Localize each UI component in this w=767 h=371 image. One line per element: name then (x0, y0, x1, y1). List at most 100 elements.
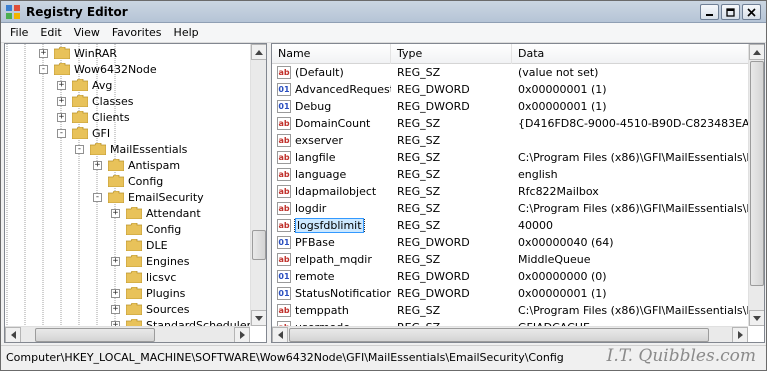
registry-value-row[interactable]: ab (Default) REG_SZ (value not set) (272, 64, 748, 81)
tree-node[interactable]: licsvc (111, 269, 176, 285)
tree-node[interactable]: + Engines (111, 253, 189, 269)
registry-value-row[interactable]: ab langfile REG_SZ C:\Program Files (x86)\G… (272, 149, 748, 166)
tree-node[interactable]: - Wow6432Node (39, 61, 157, 77)
menu-file[interactable]: File (4, 24, 34, 42)
title-bar[interactable]: Registry Editor (1, 1, 766, 23)
folder-icon (72, 111, 88, 123)
menu-edit[interactable]: Edit (34, 24, 67, 42)
registry-value-row[interactable]: 01 StatusNotifications REG_DWORD 0x00000001… (272, 285, 748, 302)
registry-value-row[interactable]: ab DomainCount REG_SZ {D416FD8C-9000-4510-B… (272, 115, 748, 132)
collapse-toggle[interactable]: - (39, 64, 48, 74)
registry-value-row[interactable]: 01 remote REG_DWORD 0x00000000 (0) (272, 268, 748, 285)
tree-node[interactable]: + WinRAR (39, 45, 117, 61)
registry-value-row[interactable]: ab temppath REG_SZ C:\Program Files (x86)\G… (272, 302, 748, 319)
expand-toggle[interactable]: + (57, 112, 66, 122)
list-horizontal-scrollbar[interactable] (272, 326, 748, 342)
registry-value-row[interactable]: ab relpath_mqdir REG_SZ MiddleQueue (272, 251, 748, 268)
tree-node[interactable]: - GFI (57, 125, 110, 141)
tree-node[interactable]: + Attendant (111, 205, 201, 221)
tree-node[interactable]: - EmailSecurity (93, 189, 204, 205)
tree-node[interactable]: + StandardScheduler (111, 317, 250, 326)
registry-value-row[interactable]: ab language REG_SZ english (272, 166, 748, 183)
dword-value-icon: 01 (277, 287, 291, 300)
registry-value-row[interactable]: 01 AdvancedRequests REG_DWORD 0x00000001 (1… (272, 81, 748, 98)
value-name: logdir (295, 202, 327, 215)
tree-hscroll-thumb[interactable] (35, 328, 155, 342)
tree-node[interactable]: + Clients (57, 109, 130, 125)
tree-node[interactable]: - MailEssentials (75, 141, 187, 157)
expand-toggle[interactable]: + (57, 80, 66, 90)
value-name-cell: ab language (272, 168, 391, 181)
close-button[interactable] (742, 4, 761, 20)
tree-scroll-right-button[interactable] (234, 327, 250, 342)
folder-icon (126, 287, 142, 299)
folder-icon (54, 47, 70, 59)
list-vertical-scrollbar[interactable] (748, 44, 764, 326)
tree-node[interactable]: + Antispam (93, 157, 180, 173)
tree-node[interactable]: Config (93, 173, 163, 189)
menu-favorites[interactable]: Favorites (106, 24, 168, 42)
tree-scroll-up-button[interactable] (251, 44, 266, 60)
tree-vertical-scrollbar[interactable] (250, 44, 266, 326)
list-scroll-up-button[interactable] (749, 44, 764, 60)
value-name: (Default) (295, 66, 344, 79)
expand-toggle[interactable]: + (111, 208, 120, 218)
tree-node-label: Config (128, 174, 164, 188)
tree-scroll-thumb[interactable] (252, 230, 266, 260)
value-name: DomainCount (295, 117, 371, 130)
tree-node[interactable]: DLE (111, 237, 168, 253)
dword-value-icon: 01 (277, 270, 291, 283)
list-scroll-right-button[interactable] (732, 327, 748, 342)
column-header-type[interactable]: Type (391, 44, 512, 64)
tree-node-label: Sources (146, 302, 190, 316)
key-tree-pane: + WinRAR - Wow6432Node + Avg + Classes + Clients -… (4, 43, 267, 343)
values-list-pane: Name Type Data ab (Default) REG_SZ (value n… (271, 43, 765, 343)
tree-node-label: StandardScheduler (146, 318, 250, 327)
expand-toggle[interactable]: + (111, 288, 120, 298)
value-name-cell: ab (Default) (272, 66, 391, 79)
registry-value-row[interactable]: ab exserver REG_SZ (272, 132, 748, 149)
menu-view[interactable]: View (68, 24, 106, 42)
registry-value-row[interactable]: ab ldapmailobject REG_SZ Rfc822Mailbox (272, 183, 748, 200)
registry-value-row[interactable]: ab logsfdblimit REG_SZ 40000 (272, 217, 748, 234)
tree-node[interactable]: + Plugins (111, 285, 185, 301)
value-data-cell: 0x00000001 (1) (518, 83, 607, 96)
minimize-button[interactable] (700, 4, 719, 20)
maximize-button[interactable] (721, 4, 740, 20)
tree-node[interactable]: + Sources (111, 301, 190, 317)
tree-horizontal-scrollbar[interactable] (5, 326, 250, 342)
column-header-data[interactable]: Data (512, 44, 748, 64)
column-header-name[interactable]: Name (272, 44, 391, 64)
expand-toggle[interactable]: + (111, 256, 120, 266)
value-name-cell: ab relpath_mqdir (272, 253, 391, 266)
menu-help[interactable]: Help (168, 24, 205, 42)
registry-value-row[interactable]: abusermodeREG_SZGFIADCACHE (272, 319, 748, 326)
tree-node[interactable]: Config (111, 221, 181, 237)
collapse-toggle[interactable]: - (75, 144, 84, 154)
value-type-cell: REG_SZ (397, 117, 441, 130)
collapse-toggle[interactable]: - (93, 192, 102, 202)
registry-value-row[interactable]: 01 Debug REG_DWORD 0x00000001 (1) (272, 98, 748, 115)
expand-toggle[interactable]: + (93, 160, 102, 170)
list-scroll-thumb[interactable] (750, 61, 764, 286)
tree-node-label: Clients (92, 110, 130, 124)
list-hscroll-thumb[interactable] (289, 328, 709, 342)
registry-editor-icon (6, 5, 20, 19)
tree-node[interactable]: + Classes (57, 93, 133, 109)
list-scroll-down-button[interactable] (749, 310, 764, 326)
registry-value-row[interactable]: ab logdir REG_SZ C:\Program Files (x86)\GFI… (272, 200, 748, 217)
collapse-toggle[interactable]: - (57, 128, 66, 138)
expand-toggle[interactable]: + (57, 96, 66, 106)
tree-scroll-left-button[interactable] (5, 327, 21, 342)
value-name: PFBase (295, 236, 335, 249)
value-name: relpath_mqdir (295, 253, 372, 266)
list-scroll-left-button[interactable] (272, 327, 288, 342)
registry-value-row[interactable]: 01 PFBase REG_DWORD 0x00000040 (64) (272, 234, 748, 251)
tree-scroll-down-button[interactable] (251, 310, 266, 326)
expand-toggle[interactable]: + (111, 304, 120, 314)
tree-node[interactable]: + Avg (57, 77, 112, 93)
value-data-cell: C:\Program Files (x86)\GFI\MailEssential… (518, 202, 748, 215)
expand-toggle[interactable]: + (39, 48, 48, 58)
value-data-cell: (value not set) (518, 66, 599, 79)
registry-editor-window: Registry Editor File Edit View Favorites… (0, 0, 767, 371)
